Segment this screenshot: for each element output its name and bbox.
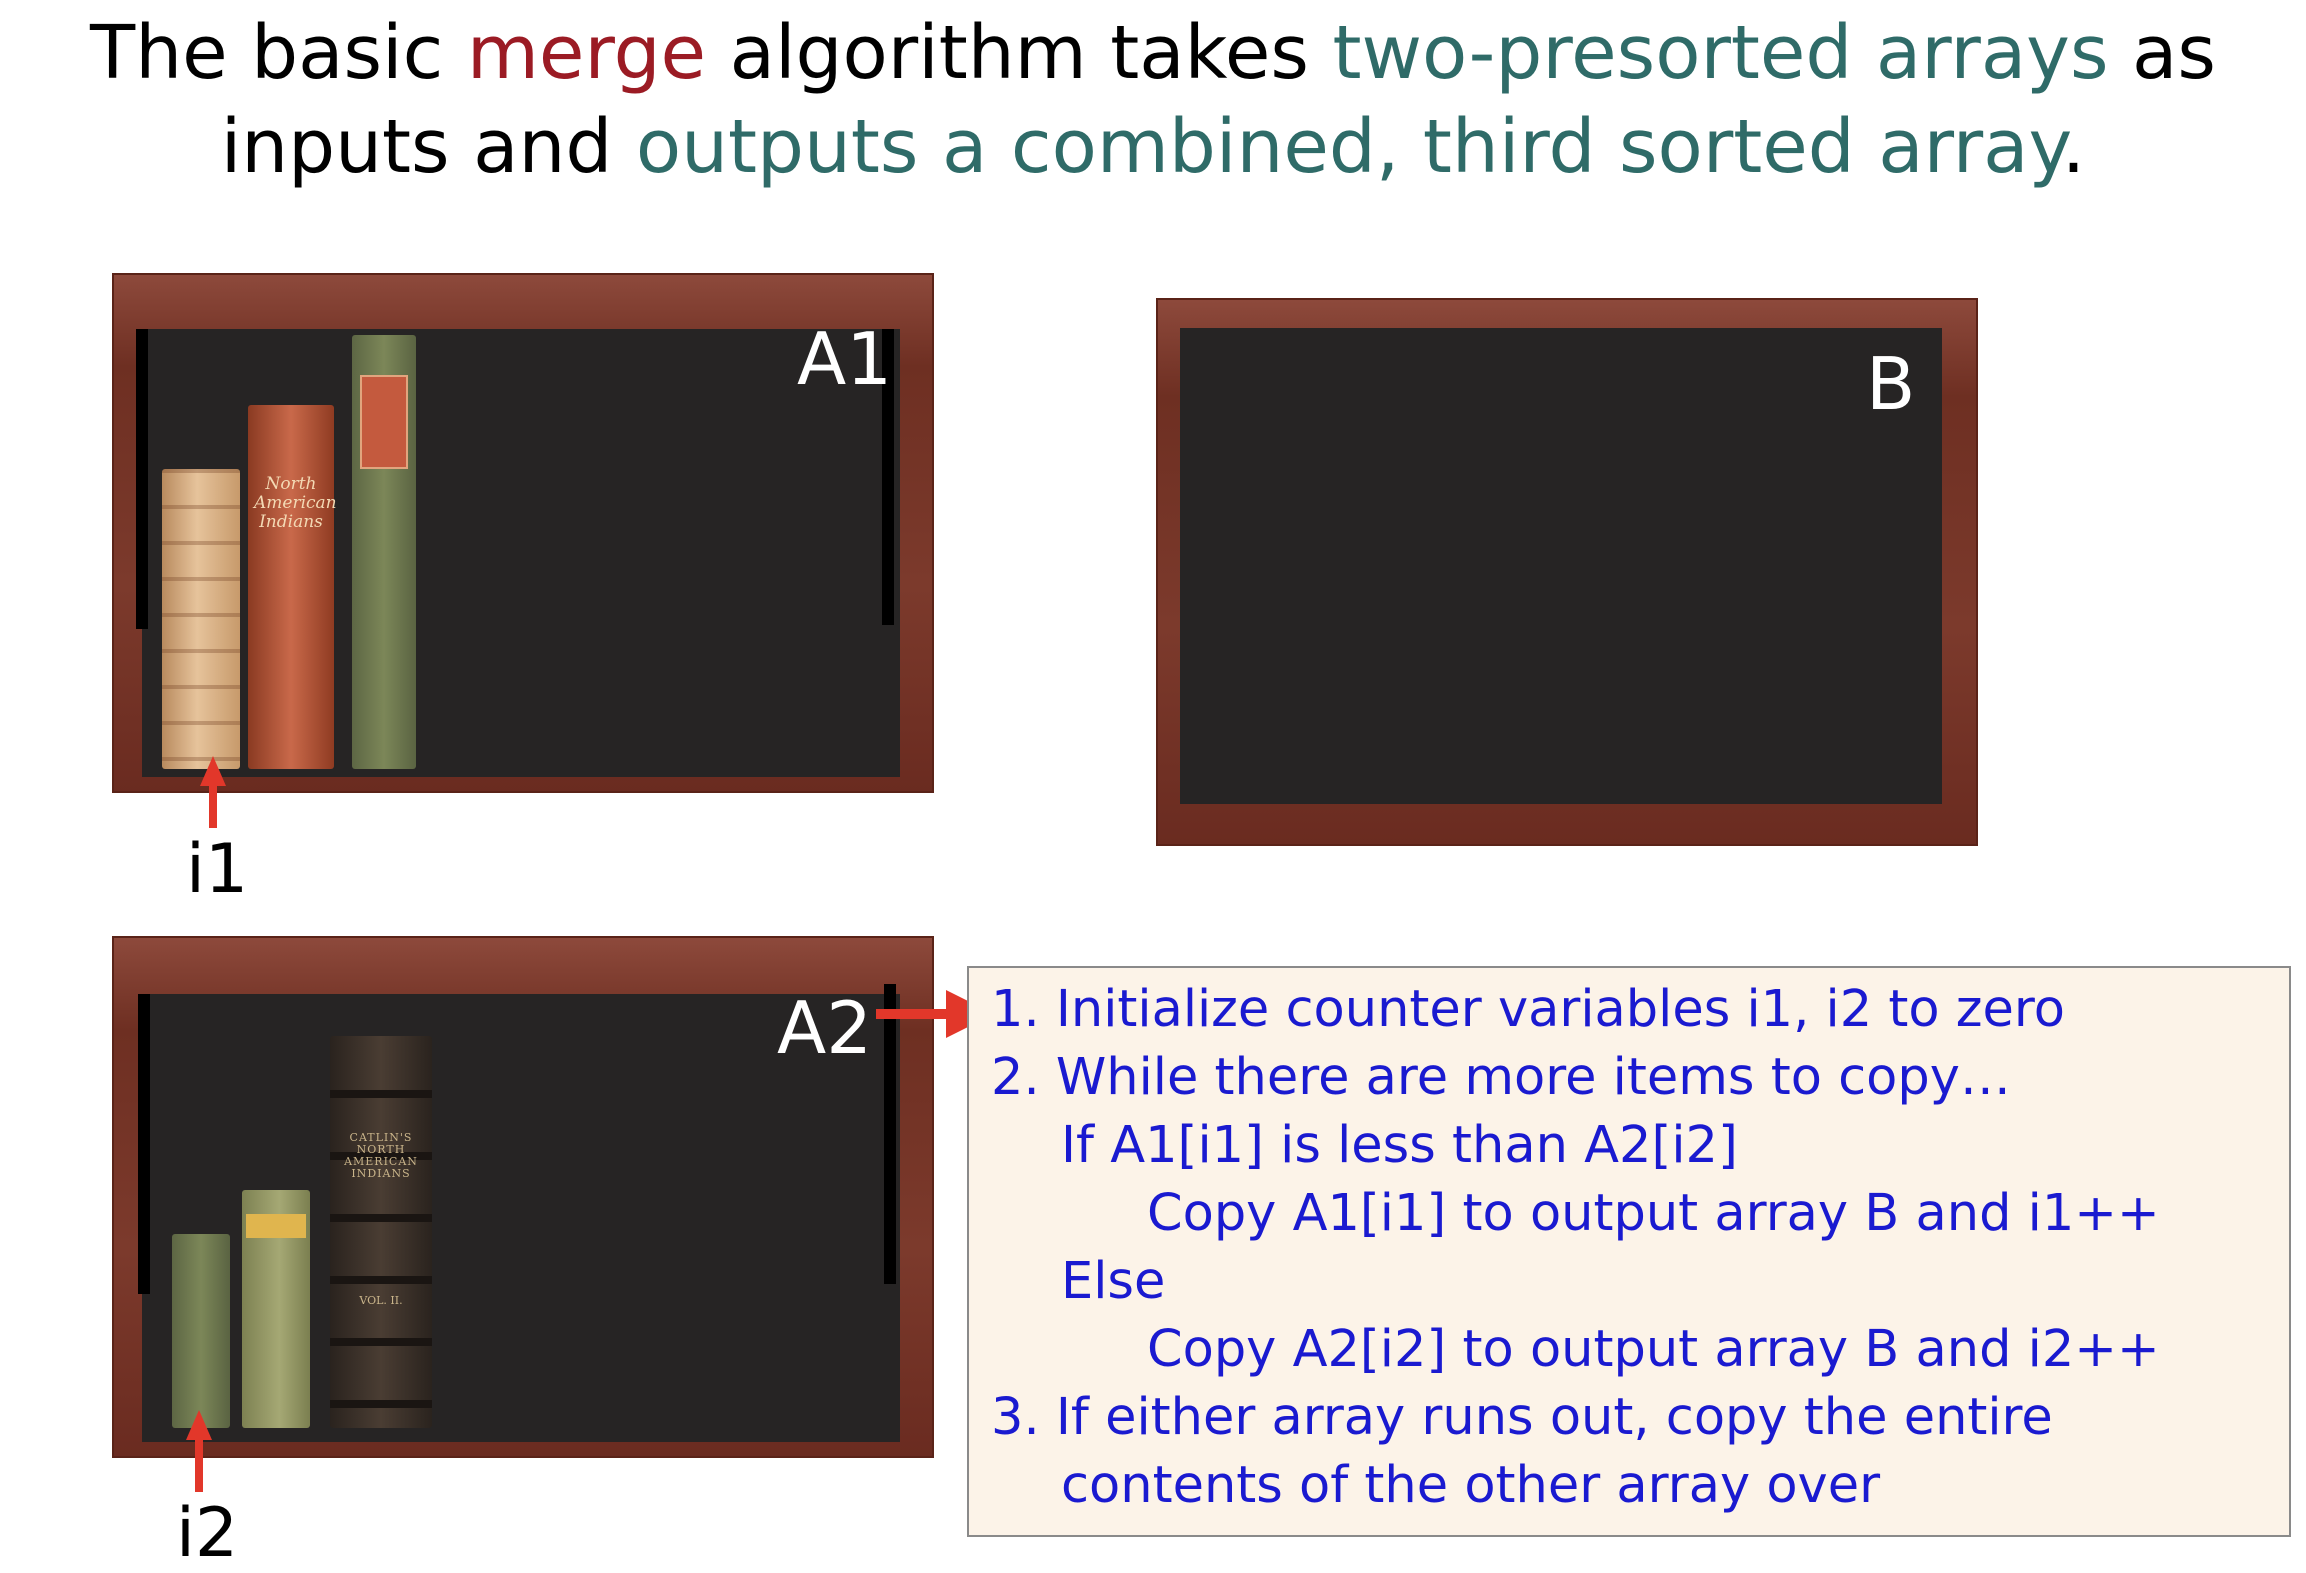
algorithm-step: 1. Initialize counter variables i1, i2 t… — [991, 980, 2065, 1039]
algorithm-step: Copy A1[i1] to output array B and i1++ — [1147, 1184, 2160, 1243]
algorithm-step: If A1[i1] is less than A2[i2] — [1061, 1116, 1738, 1175]
algorithm-step: 2. While there are more items to copy… — [991, 1048, 2011, 1107]
algorithm-step: contents of the other array over — [1061, 1456, 1881, 1515]
algorithm-step: 3. If either array runs out, copy the en… — [991, 1388, 2053, 1447]
i1-arrow — [200, 756, 226, 828]
i2-arrow — [186, 1410, 212, 1492]
pointer-label-i2: i2 — [176, 1494, 239, 1573]
algorithm-box: 1. Initialize counter variables i1, i2 t… — [967, 966, 2291, 1537]
algorithm-step: Else — [1061, 1252, 1166, 1311]
algorithm-step: Copy A2[i2] to output array B and i2++ — [1147, 1320, 2160, 1379]
pointer-label-i1: i1 — [186, 830, 249, 909]
